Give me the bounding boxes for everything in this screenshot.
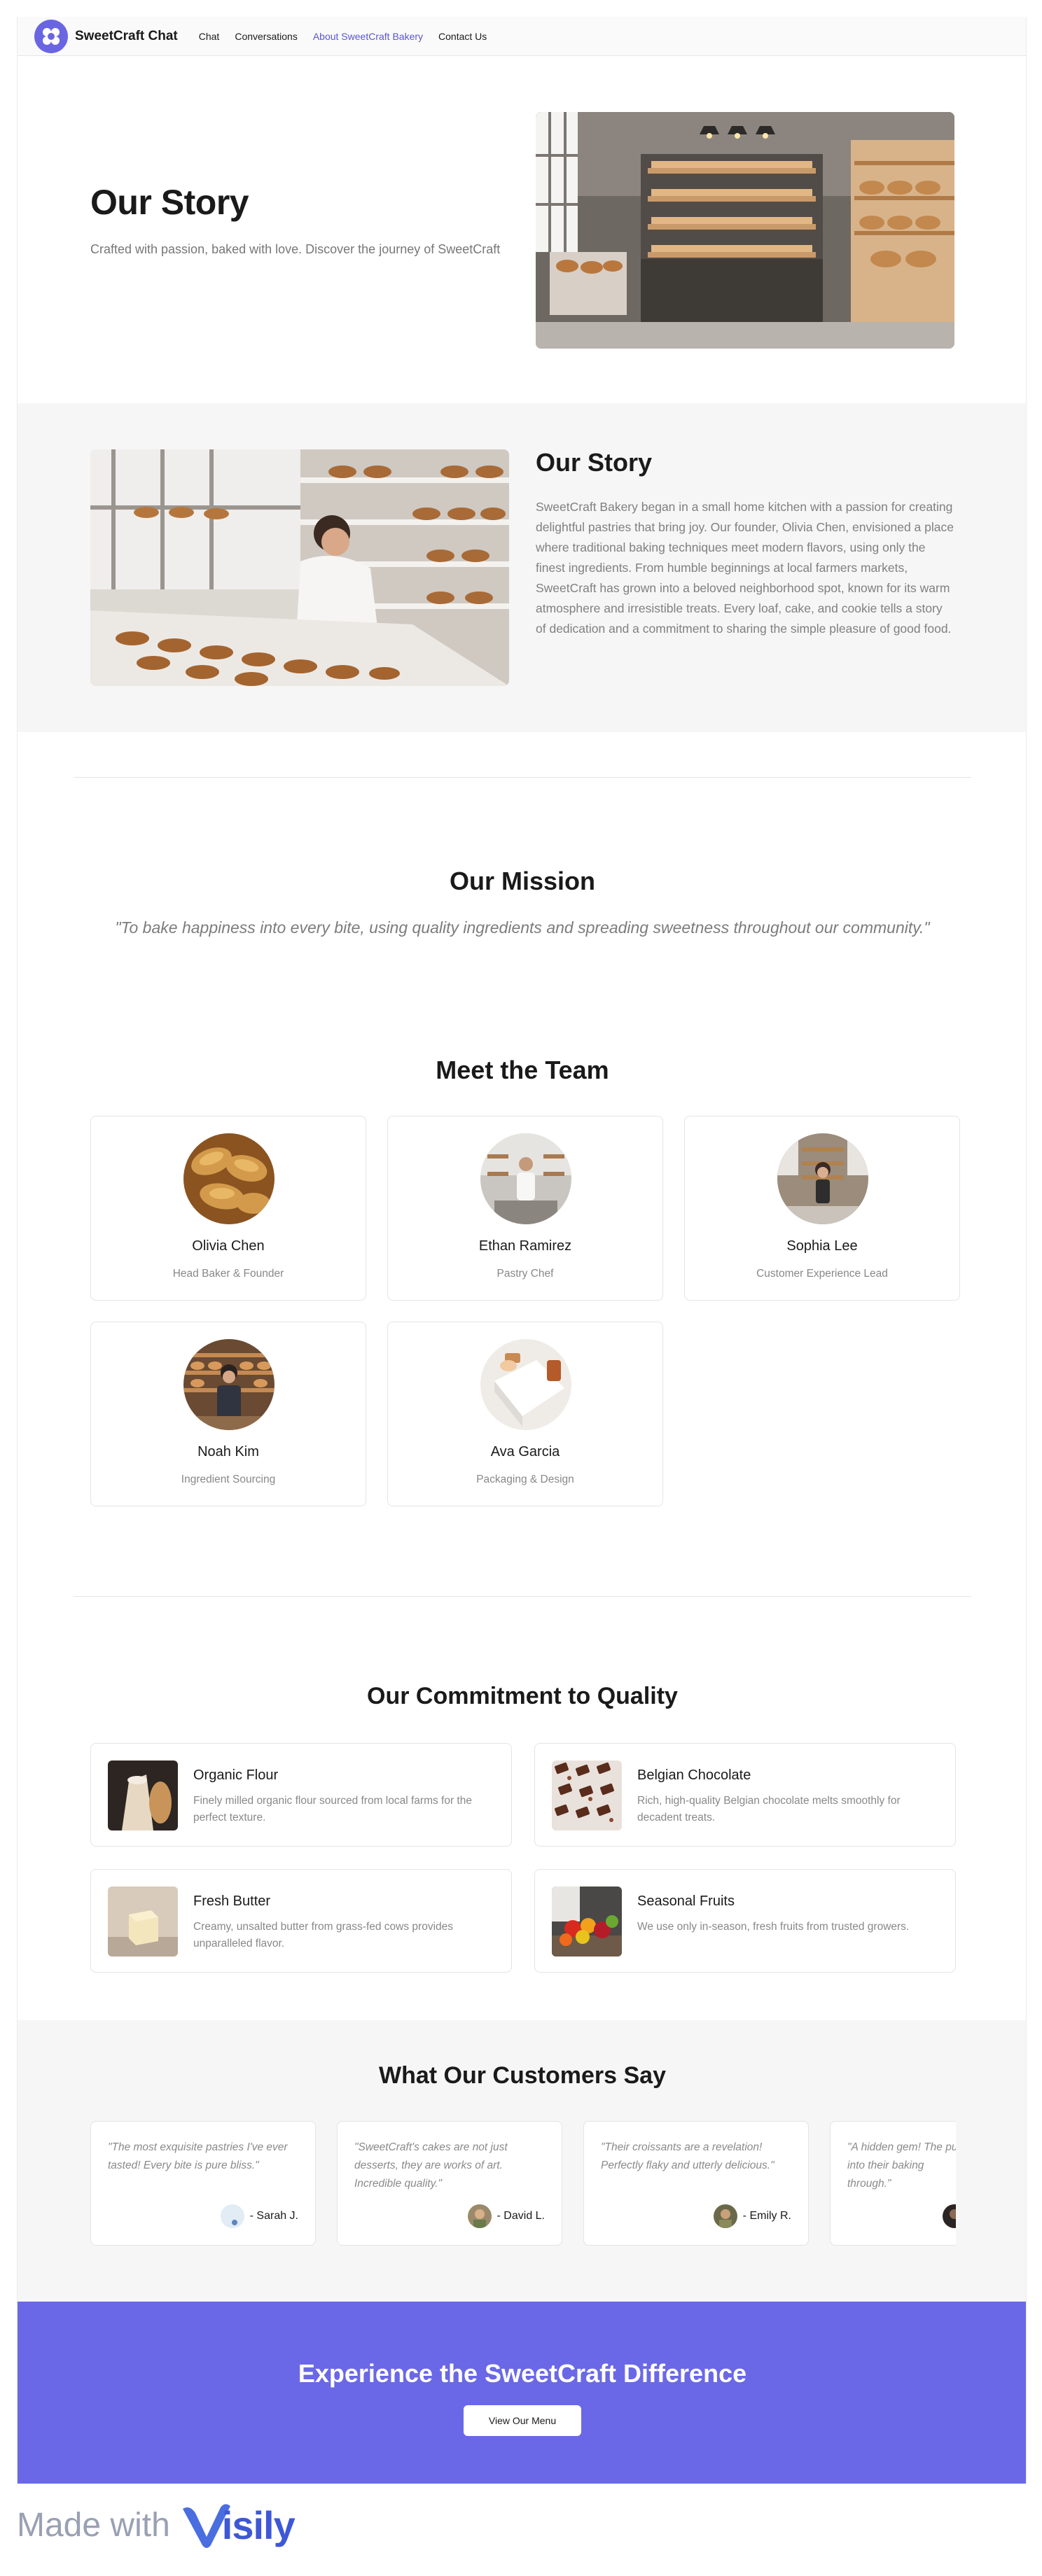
team-card: Ava Garcia Packaging & Design <box>387 1322 663 1506</box>
visily-wordmark: isily <box>221 2502 296 2547</box>
team-photo-pastry-chef <box>480 1133 571 1224</box>
fruits-image <box>552 1886 622 1956</box>
testimonial-author: - Sarah J. <box>220 2204 298 2228</box>
nav-link-chat[interactable]: Chat <box>199 31 220 42</box>
team-card: Sophia Lee Customer Experience Lead <box>684 1116 960 1301</box>
top-navbar: SweetCraft Chat Chat Conversations About… <box>18 17 1026 56</box>
team-photo-ingredient-sourcing <box>183 1339 275 1430</box>
story-paragraph: SweetCraft Bakery began in a small home … <box>536 500 954 636</box>
team-card: Noah Kim Ingredient Sourcing <box>90 1322 366 1506</box>
testimonial-author-name: - Emily R. <box>742 2210 791 2222</box>
quality-card: Organic Flour Finely milled organic flou… <box>90 1743 512 1847</box>
avatar <box>467 2204 492 2228</box>
testimonials-carousel[interactable]: "The most exquisite pastries I've ever t… <box>90 2121 956 2248</box>
avatar <box>943 2204 956 2228</box>
brand-name[interactable]: SweetCraft Chat <box>75 29 178 44</box>
nav-link-about[interactable]: About SweetCraft Bakery <box>313 31 423 42</box>
quality-item-desc: Finely milled organic flour sourced from… <box>193 1795 472 1823</box>
hero-bakery-shelves-image <box>536 112 954 349</box>
avatar <box>713 2204 737 2228</box>
testimonial-quote: "The most exquisite pastries I've ever t… <box>108 2141 288 2171</box>
team-member-role: Ingredient Sourcing <box>181 1474 276 1485</box>
testimonial-card: "A hidden gem! The put into their baking… <box>830 2121 956 2246</box>
team-title: Meet the Team <box>436 1056 609 1084</box>
testimonial-author-name: - Sarah J. <box>249 2210 298 2222</box>
team-card: Olivia Chen Head Baker & Founder <box>90 1116 366 1301</box>
section-divider <box>74 1596 971 1597</box>
team-member-name: Noah Kim <box>197 1444 259 1460</box>
section-divider <box>74 777 971 778</box>
made-with-badge[interactable]: Made with isily <box>17 2500 296 2549</box>
cta-banner: Experience the SweetCraft Difference Vie… <box>18 2302 1026 2484</box>
quality-item-name: Seasonal Fruits <box>637 1893 735 1909</box>
flour-image <box>108 1760 178 1830</box>
quality-item-name: Organic Flour <box>193 1768 279 1783</box>
visily-logo: isily <box>180 2500 296 2549</box>
testimonial-quote: "Their croissants are a revelation! Perf… <box>601 2141 774 2171</box>
testimonial-card: "SweetCraft's cakes are not just dessert… <box>337 2121 562 2246</box>
story-title: Our Story <box>536 448 653 477</box>
team-photo-customer-lead <box>777 1133 868 1224</box>
testimonial-quote: "SweetCraft's cakes are not just dessert… <box>354 2141 508 2190</box>
team-member-name: Ethan Ramirez <box>478 1238 572 1254</box>
butter-image <box>108 1886 178 1956</box>
team-photo-croissants <box>183 1133 275 1224</box>
team-member-name: Sophia Lee <box>786 1238 858 1254</box>
mission-title: Our Mission <box>449 867 596 895</box>
team-card: Ethan Ramirez Pastry Chef <box>387 1116 663 1301</box>
testimonial-author: - Emily R. <box>713 2204 791 2228</box>
team-photo-packaging <box>480 1339 571 1430</box>
baker-with-pastries-image <box>90 449 509 686</box>
quality-item-name: Fresh Butter <box>193 1893 271 1909</box>
team-member-role: Packaging & Design <box>476 1474 574 1485</box>
quality-item-desc: We use only in-season, fresh fruits from… <box>637 1921 910 1933</box>
quality-card: Belgian Chocolate Rich, high-quality Bel… <box>534 1743 956 1847</box>
avatar <box>220 2204 244 2228</box>
quality-item-desc: Creamy, unsalted butter from grass-fed c… <box>193 1921 454 1949</box>
hero-subtitle: Crafted with passion, baked with love. D… <box>90 242 501 256</box>
team-member-role: Pastry Chef <box>496 1268 554 1280</box>
cta-title: Experience the SweetCraft Difference <box>298 2359 747 2388</box>
team-member-name: Olivia Chen <box>192 1238 265 1254</box>
quality-item-desc: Rich, high-quality Belgian chocolate mel… <box>637 1795 901 1823</box>
quality-card: Seasonal Fruits We use only in-season, f… <box>534 1869 956 1973</box>
page-frame: SweetCraft Chat Chat Conversations About… <box>17 17 1027 2484</box>
testimonial-card: "The most exquisite pastries I've ever t… <box>90 2121 316 2246</box>
quality-title: Our Commitment to Quality <box>367 1683 678 1709</box>
team-member-role: Customer Experience Lead <box>756 1268 888 1280</box>
story-section: Our Story SweetCraft Bakery began in a s… <box>18 403 1026 732</box>
chocolate-image <box>552 1760 622 1830</box>
testimonial-author: - David L. <box>467 2204 545 2228</box>
testimonial-author-name: - David L. <box>496 2210 545 2222</box>
quality-card: Fresh Butter Creamy, unsalted butter fro… <box>90 1869 512 1973</box>
made-with-label: Made with <box>17 2506 170 2544</box>
testimonials-title: What Our Customers Say <box>379 2062 666 2089</box>
mission-quote: "To bake happiness into every bite, usin… <box>115 918 930 937</box>
view-menu-button[interactable]: View Our Menu <box>464 2405 581 2436</box>
testimonials-section: What Our Customers Say "The most exquisi… <box>18 2020 1026 2302</box>
nav-link-contact[interactable]: Contact Us <box>438 31 487 42</box>
hero-title: Our Story <box>90 183 249 222</box>
team-member-name: Ava Garcia <box>490 1444 560 1460</box>
testimonial-quote: "A hidden gem! The put into their baking… <box>847 2141 956 2190</box>
nav-link-conversations[interactable]: Conversations <box>235 31 298 42</box>
app-logo-icon[interactable] <box>34 19 68 53</box>
testimonial-author <box>943 2204 956 2228</box>
testimonial-card: "Their croissants are a revelation! Perf… <box>583 2121 809 2246</box>
team-member-role: Head Baker & Founder <box>172 1268 284 1280</box>
quality-item-name: Belgian Chocolate <box>637 1768 751 1783</box>
